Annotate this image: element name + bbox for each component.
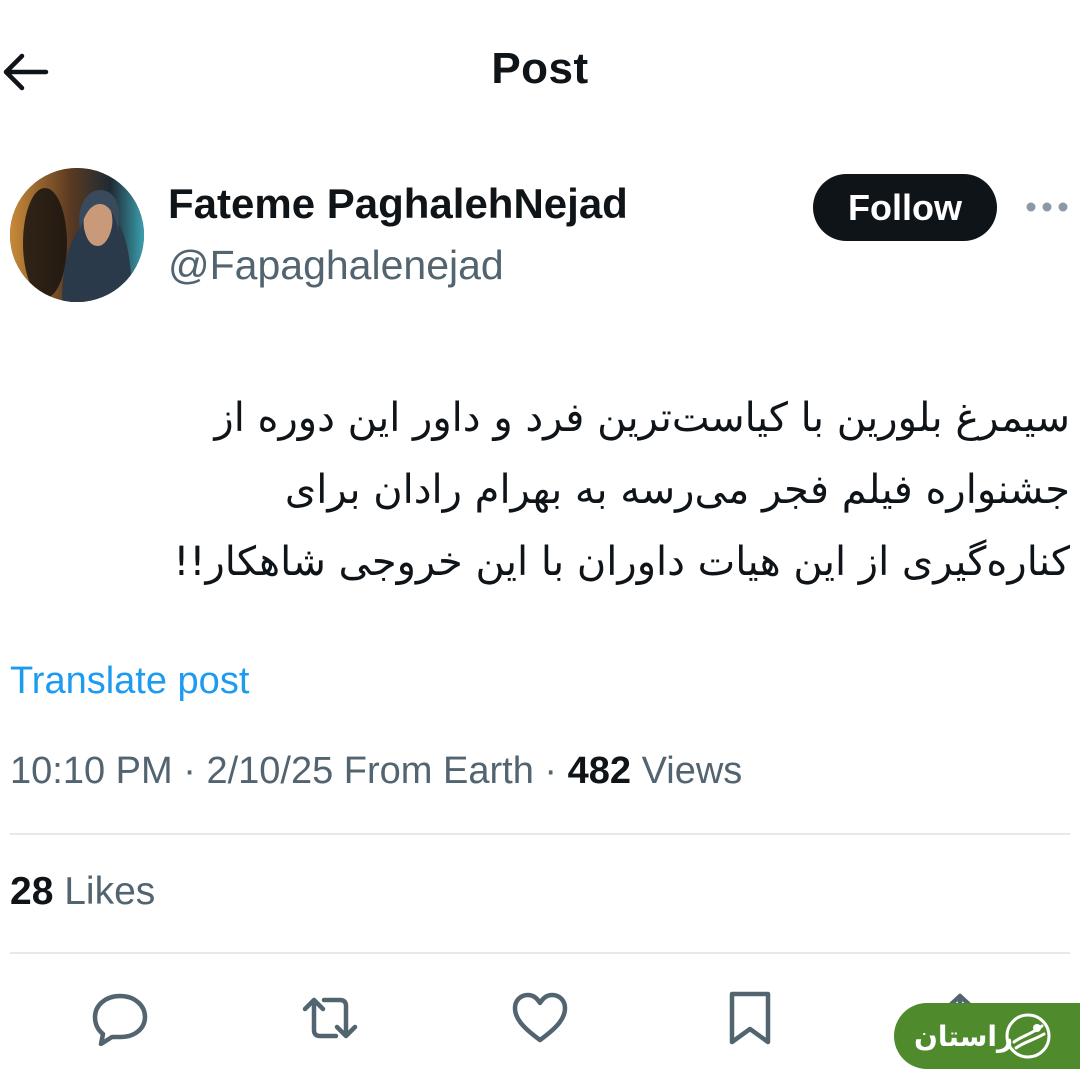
views-label: Views — [641, 750, 743, 792]
reply-icon — [92, 993, 148, 1047]
post-time[interactable]: 10:10 PM — [10, 750, 173, 792]
likes-stat[interactable]: 28 Likes — [10, 870, 155, 914]
page-title: Post — [491, 44, 589, 93]
avatar[interactable] — [10, 168, 144, 302]
like-button[interactable] — [510, 990, 570, 1046]
more-options-button[interactable] — [1022, 190, 1072, 224]
meta-separator: · — [544, 750, 558, 792]
repost-button[interactable] — [300, 990, 360, 1046]
meta-separator: · — [183, 750, 196, 792]
reply-button[interactable] — [90, 990, 150, 1047]
author-handle[interactable]: @Fapaghalenejad — [168, 242, 504, 289]
likes-label: Likes — [64, 870, 156, 913]
translate-post-link[interactable]: Translate post — [10, 660, 249, 703]
watermark-badge: راستان — [894, 1003, 1080, 1069]
divider — [10, 952, 1070, 954]
post-text-line: جشنواره فیلم فجر می‌رسه به بهرام رادان ب… — [284, 467, 1070, 513]
bookmark-icon — [729, 991, 771, 1045]
avatar-image — [10, 168, 144, 302]
post-source: From Earth — [343, 750, 534, 792]
bookmark-button[interactable] — [720, 990, 780, 1046]
post-page: Post Fateme PaghalehNejad @Fapaghaleneja… — [0, 0, 1080, 1080]
likes-count: 28 — [10, 870, 54, 913]
post-text: سیمرغ بلورین با کیاست‌ترین فرد و داور ای… — [30, 382, 1070, 598]
post-meta: 10:10 PM · 2/10/25 From Earth · 482 View… — [10, 750, 742, 793]
post-text-line: کناره‌گیری از این هیات داوران با این خرو… — [173, 539, 1070, 585]
repost-icon — [302, 997, 358, 1039]
more-horizontal-icon — [1026, 202, 1068, 212]
author-display-name[interactable]: Fateme PaghalehNejad — [168, 180, 628, 228]
watermark-text: راستان — [914, 1019, 1014, 1053]
heart-icon — [512, 992, 568, 1043]
divider — [10, 833, 1070, 835]
watermark-logo-icon — [1005, 1013, 1051, 1059]
post-date[interactable]: 2/10/25 — [206, 750, 333, 792]
views-count: 482 — [567, 750, 632, 792]
follow-button[interactable]: Follow — [813, 174, 997, 241]
post-text-line: سیمرغ بلورین با کیاست‌ترین فرد و داور ای… — [214, 395, 1070, 441]
